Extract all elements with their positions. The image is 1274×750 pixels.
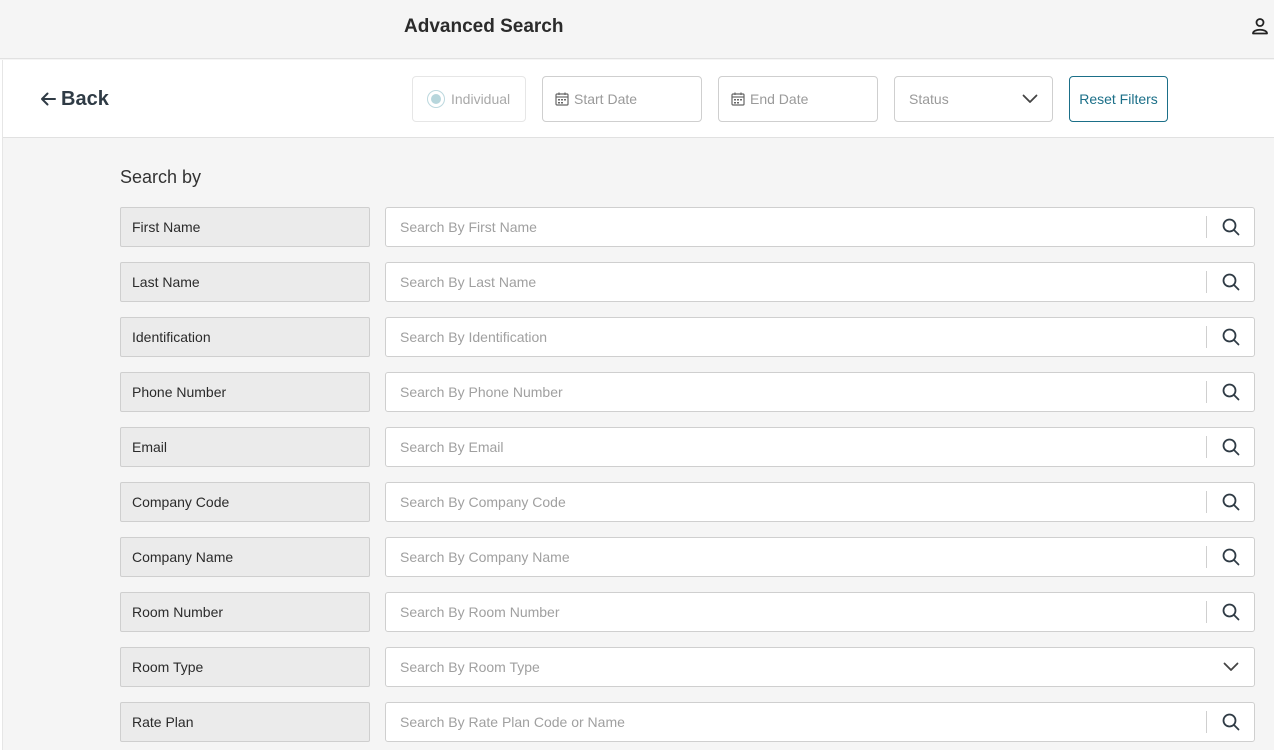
end-date-placeholder: End Date xyxy=(750,91,809,107)
start-date-placeholder: Start Date xyxy=(574,91,638,107)
search-icon[interactable] xyxy=(1207,538,1254,576)
status-select[interactable]: Status xyxy=(894,76,1053,122)
search-field-label: Identification xyxy=(120,317,370,357)
chevron-down-icon[interactable] xyxy=(1207,648,1254,686)
start-date-field[interactable]: Start Date xyxy=(542,76,702,122)
status-label: Status xyxy=(909,91,949,107)
calendar-icon xyxy=(555,92,569,106)
individual-radio[interactable]: Individual xyxy=(412,76,526,122)
search-field-label: Phone Number xyxy=(120,372,370,412)
search-row: Room Type xyxy=(120,647,1255,687)
search-field xyxy=(385,207,1255,247)
search-field xyxy=(385,427,1255,467)
reset-filters-button[interactable]: Reset Filters xyxy=(1069,76,1168,122)
search-field xyxy=(385,262,1255,302)
search-icon[interactable] xyxy=(1207,263,1254,301)
search-row: Email xyxy=(120,427,1255,467)
search-field-label: Company Name xyxy=(120,537,370,577)
calendar-icon xyxy=(731,92,745,106)
arrow-left-icon xyxy=(41,92,56,106)
search-row: First Name xyxy=(120,207,1255,247)
search-icon[interactable] xyxy=(1207,593,1254,631)
back-button[interactable]: Back xyxy=(39,87,109,111)
search-icon[interactable] xyxy=(1207,703,1254,741)
search-field-label: First Name xyxy=(120,207,370,247)
search-row: Identification xyxy=(120,317,1255,357)
search-row: Last Name xyxy=(120,262,1255,302)
search-input[interactable] xyxy=(386,538,1206,576)
search-field-label: Email xyxy=(120,427,370,467)
search-field-label: Rate Plan xyxy=(120,702,370,742)
search-input[interactable] xyxy=(386,703,1206,741)
search-field-label: Last Name xyxy=(120,262,370,302)
search-field-label: Company Code xyxy=(120,482,370,522)
search-icon[interactable] xyxy=(1207,208,1254,246)
search-field xyxy=(385,372,1255,412)
user-icon[interactable] xyxy=(1250,16,1270,36)
search-input[interactable] xyxy=(386,373,1206,411)
search-field xyxy=(385,592,1255,632)
search-by-heading: Search by xyxy=(120,167,202,187)
search-panel: Search by First Name Last Name Identificat… xyxy=(0,139,1274,750)
search-input[interactable] xyxy=(386,428,1206,466)
search-row: Phone Number xyxy=(120,372,1255,412)
search-icon[interactable] xyxy=(1207,318,1254,356)
search-input[interactable] xyxy=(386,483,1206,521)
individual-label: Individual xyxy=(451,91,511,107)
search-input[interactable] xyxy=(386,208,1206,246)
search-icon[interactable] xyxy=(1207,373,1254,411)
end-date-field[interactable]: End Date xyxy=(718,76,878,122)
search-icon[interactable] xyxy=(1207,428,1254,466)
search-field xyxy=(385,317,1255,357)
radio-icon xyxy=(427,90,445,108)
page-title: Advanced Search xyxy=(404,16,564,37)
back-label: Back xyxy=(61,87,109,110)
search-row: Rate Plan xyxy=(120,702,1255,742)
filter-bar: Back Individual Start Date End Date Stat… xyxy=(3,60,1274,138)
search-dropdown xyxy=(385,647,1255,687)
search-input[interactable] xyxy=(386,648,1207,686)
search-field xyxy=(385,482,1255,522)
search-row: Company Name xyxy=(120,537,1255,577)
search-field xyxy=(385,537,1255,577)
top-bar: Advanced Search xyxy=(0,0,1274,59)
search-icon[interactable] xyxy=(1207,483,1254,521)
search-input[interactable] xyxy=(386,593,1206,631)
search-input[interactable] xyxy=(386,263,1206,301)
search-field-label: Room Type xyxy=(120,647,370,687)
search-input[interactable] xyxy=(386,318,1206,356)
search-row: Room Number xyxy=(120,592,1255,632)
search-field xyxy=(385,702,1255,742)
search-row: Company Code xyxy=(120,482,1255,522)
chevron-down-icon xyxy=(1022,94,1038,103)
search-field-label: Room Number xyxy=(120,592,370,632)
